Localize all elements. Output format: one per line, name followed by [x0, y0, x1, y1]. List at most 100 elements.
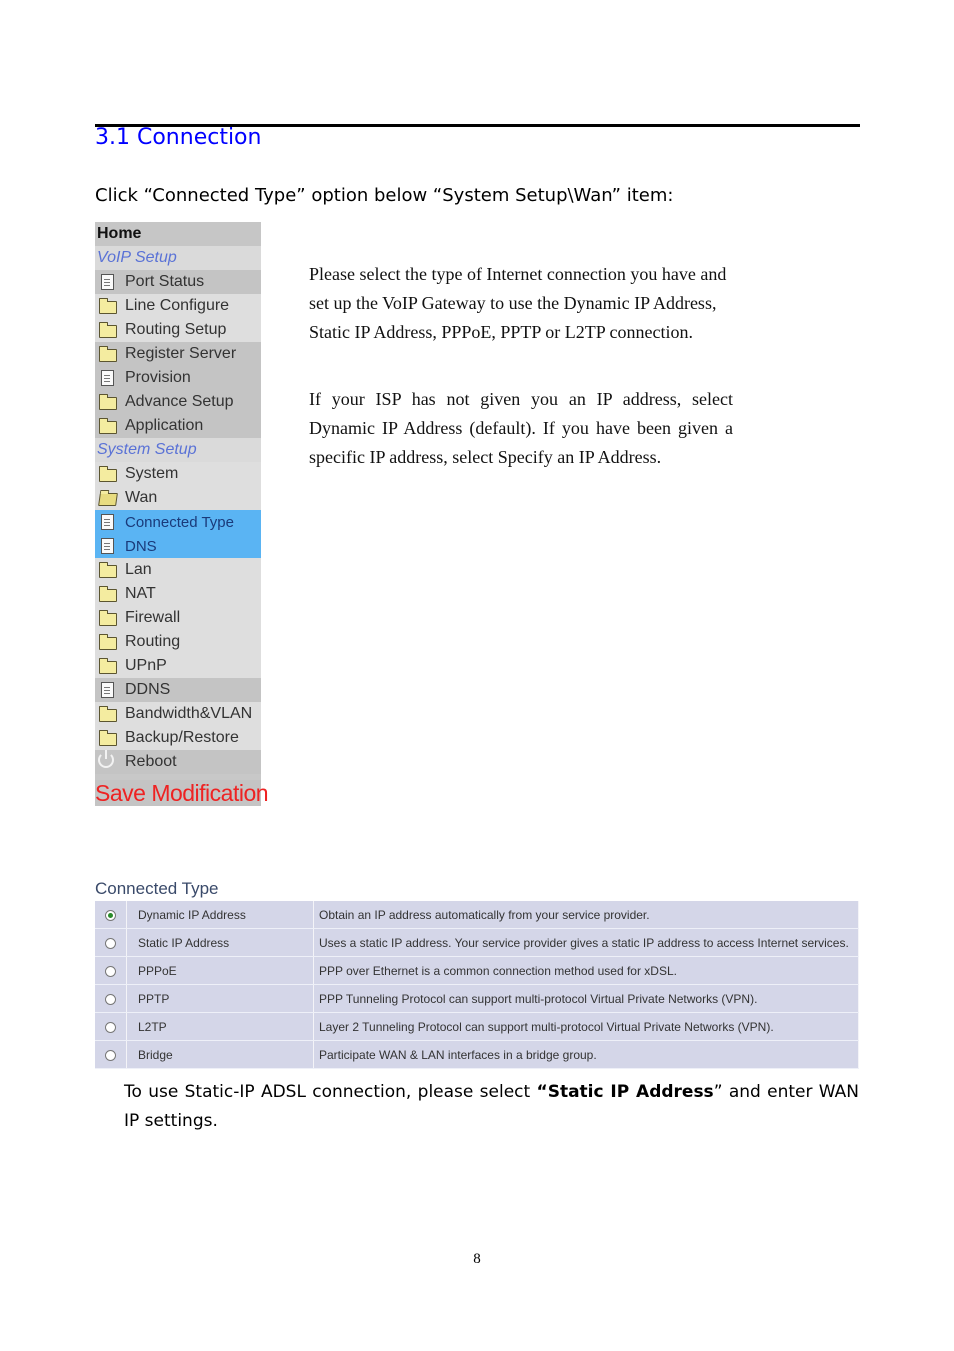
menu-item-label: DNS [125, 537, 157, 555]
connection-type-name: Static IP Address [126, 928, 314, 957]
menu-item-firewall[interactable]: Firewall [95, 606, 261, 630]
connection-type-row: PPPoE PPP over Ethernet is a common conne… [95, 956, 859, 985]
menu-item-ddns[interactable]: DDNS [95, 678, 261, 702]
menu-item-wan[interactable]: Wan [95, 486, 261, 510]
menu-section-system-setup[interactable]: System Setup [95, 438, 261, 462]
folder-icon [98, 634, 117, 650]
power-icon [98, 750, 116, 770]
menu-item-application[interactable]: Application [95, 414, 261, 438]
folder-icon [98, 298, 117, 314]
menu-item-dns[interactable]: DNS [95, 534, 261, 558]
menu-item-system[interactable]: System [95, 462, 261, 486]
menu-item-label: Advance Setup [125, 393, 234, 410]
menu-item-label: Port Status [125, 273, 205, 290]
folder-open-icon [98, 490, 118, 506]
connection-type-description: Layer 2 Tunneling Protocol can support m… [313, 1012, 859, 1041]
menu-item-label: Register Server [125, 345, 237, 362]
description-paragraph-2: If your ISP has not given you an IP addr… [309, 389, 733, 467]
connection-type-row: PPTP PPP Tunneling Protocol can support m… [95, 984, 859, 1013]
connection-type-description: Obtain an IP address automatically from … [313, 901, 859, 929]
folder-icon [98, 466, 117, 482]
connection-type-description: Participate WAN & LAN interfaces in a br… [313, 1040, 859, 1069]
connection-type-radio[interactable] [105, 937, 116, 949]
menu-section-voip-setup[interactable]: VoIP Setup [95, 246, 261, 270]
menu-item-label: Firewall [125, 609, 181, 626]
menu-item-label: Bandwidth&VLAN [125, 705, 253, 722]
menu-item-nat[interactable]: NAT [95, 582, 261, 606]
menu-item-label: NAT [125, 585, 156, 602]
connection-type-name: PPTP [126, 984, 314, 1013]
menu-item-routing-setup[interactable]: Routing Setup [95, 318, 261, 342]
folder-icon [98, 394, 117, 410]
menu-item-port-status[interactable]: Port Status [95, 270, 261, 294]
radio-cell [95, 984, 127, 1013]
menu-item-label: Provision [125, 369, 191, 386]
sidebar-menu: Home VoIP Setup Port Status Line Configure R… [95, 222, 269, 806]
connected-type-table: Dynamic IP Address Obtain an IP address a… [95, 901, 859, 1069]
menu-item-provision[interactable]: Provision [95, 366, 261, 390]
outro-bold: “Static IP Address [536, 1082, 714, 1102]
menu-item-label: Application [125, 417, 204, 434]
connection-type-row: Bridge Participate WAN & LAN interfaces i… [95, 1040, 859, 1069]
menu-item-home[interactable]: Home [95, 222, 261, 246]
connection-type-description: PPP over Ethernet is a common connection… [313, 956, 859, 985]
connection-type-name: PPPoE [126, 956, 314, 985]
folder-icon [98, 346, 117, 362]
document-icon [98, 370, 116, 386]
radio-cell [95, 928, 127, 957]
menu-item-lan[interactable]: Lan [95, 558, 261, 582]
connection-type-radio[interactable] [105, 909, 116, 921]
radio-cell [95, 956, 127, 985]
radio-cell [95, 1040, 127, 1069]
menu-item-label: DDNS [125, 681, 171, 698]
menu-item-label: Routing [125, 633, 181, 650]
menu-item-label: VoIP Setup [97, 249, 177, 266]
connected-type-title: Connected Type [95, 879, 219, 898]
folder-icon [98, 322, 117, 338]
section-heading: 3.1 Connection [95, 125, 262, 150]
folder-icon [98, 562, 117, 578]
outro-text: To use Static-IP ADSL connection, please… [124, 1078, 859, 1136]
save-modification-button[interactable]: Save Modification [95, 780, 269, 806]
connection-type-radio[interactable] [105, 993, 116, 1005]
document-icon [98, 274, 116, 290]
menu-item-label: System Setup [97, 441, 197, 458]
folder-icon [98, 730, 117, 746]
menu-item-label: Reboot [125, 753, 177, 770]
connection-type-radio[interactable] [105, 1049, 116, 1061]
folder-icon [98, 586, 117, 602]
menu-item-connected-type[interactable]: Connected Type [95, 510, 261, 534]
menu-item-line-configure[interactable]: Line Configure [95, 294, 261, 318]
menu-item-label: System [125, 465, 179, 482]
outro-before: To use Static-IP ADSL connection, please… [124, 1082, 537, 1102]
menu-item-label: Home [97, 225, 142, 242]
menu-item-reboot[interactable]: Reboot [95, 750, 261, 774]
connection-type-name: Bridge [126, 1040, 314, 1069]
document-icon [98, 514, 116, 530]
radio-cell [95, 1012, 127, 1041]
folder-icon [98, 610, 117, 626]
connection-type-name: Dynamic IP Address [126, 901, 314, 929]
connection-type-row: Dynamic IP Address Obtain an IP address a… [95, 901, 859, 929]
connection-type-name: L2TP [126, 1012, 314, 1041]
menu-item-label: Connected Type [125, 513, 234, 531]
menu-item-advance-setup[interactable]: Advance Setup [95, 390, 261, 414]
menu-item-bandwidth-vlan[interactable]: Bandwidth&VLAN [95, 702, 261, 726]
menu-item-upnp[interactable]: UPnP [95, 654, 261, 678]
menu-item-routing[interactable]: Routing [95, 630, 261, 654]
menu-item-label: Wan [125, 489, 158, 506]
connection-type-row: L2TP Layer 2 Tunneling Protocol can suppo… [95, 1012, 859, 1041]
intro-text: Click “Connected Type” option below “Sys… [95, 185, 674, 206]
document-icon [98, 682, 116, 698]
connection-type-radio[interactable] [105, 965, 116, 977]
menu-item-backup-restore[interactable]: Backup/Restore [95, 726, 261, 750]
connection-type-row: Static IP Address Uses a static IP addres… [95, 928, 859, 957]
connection-type-description: Uses a static IP address. Your service p… [313, 928, 859, 957]
document-icon [98, 538, 116, 554]
description-paragraph-1: Please select the type of Internet conne… [309, 264, 727, 342]
menu-item-register-server[interactable]: Register Server [95, 342, 261, 366]
connection-type-description: PPP Tunneling Protocol can support multi… [313, 984, 859, 1013]
menu-item-label: Line Configure [125, 297, 230, 314]
menu-item-label: Routing Setup [125, 321, 227, 338]
connection-type-radio[interactable] [105, 1021, 116, 1033]
